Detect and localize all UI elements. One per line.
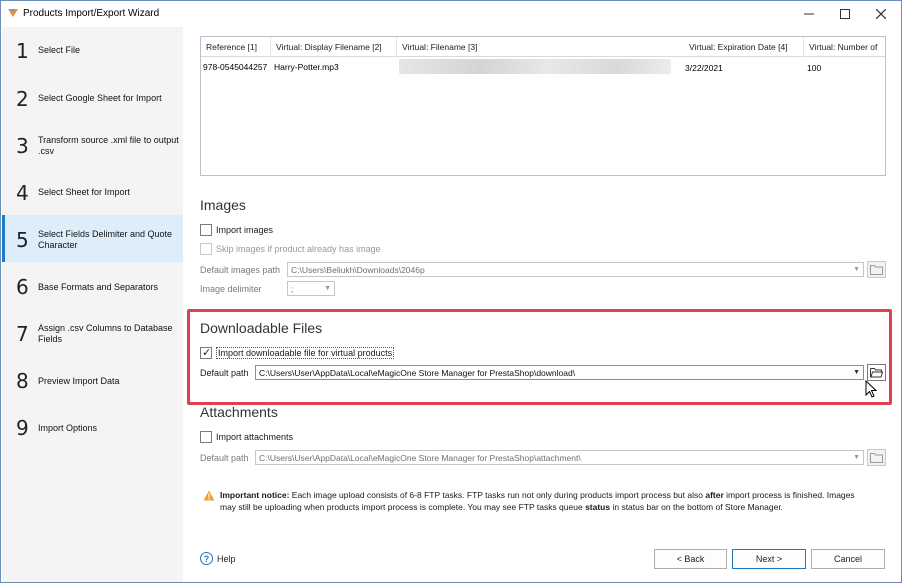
column-header[interactable]: Virtual: Display Filename [2] [276,42,382,52]
attachments-browse-button[interactable] [867,449,886,466]
step-label: Select Sheet for Import [38,187,131,197]
notice-text: Each image upload consists of 6-8 FTP ta… [289,490,706,500]
column-header[interactable]: Virtual: Expiration Date [4] [689,42,788,52]
step-label: Base Formats and Separators [38,282,159,292]
step-number: 1 [16,39,29,63]
step-label: Select File [38,45,81,55]
step-preview-import[interactable]: 8 Preview Import Data [2,356,183,403]
image-delimiter-label: Image delimiter [200,284,262,294]
folder-icon [870,265,883,275]
images-path-input[interactable]: C:\Users\Beliukh\Downloads\2046p ▼ [287,262,864,277]
folder-icon [870,453,883,463]
attachments-path-input[interactable]: C:\Users\User\AppData\Local\eMagicOne St… [255,450,864,465]
skip-images-checkbox[interactable]: Skip images if product already has image [200,243,381,255]
checkbox-box[interactable] [200,243,212,255]
step-assign-columns[interactable]: 7 Assign .csv Columns to Database Fields [2,309,183,356]
image-delimiter-select[interactable]: ; ▼ [287,281,335,296]
notice-bold-prefix: Important notice: [220,490,290,500]
images-browse-button[interactable] [867,261,886,278]
images-path-label: Default images path [200,265,281,275]
wizard-steps-sidebar: 1 Select File 2 Select Google Sheet for … [2,27,183,582]
grid-cell-filename-redacted[interactable] [399,59,671,74]
import-attachments-checkbox[interactable]: Import attachments [200,431,293,443]
minimize-icon [804,13,814,15]
notice-bold-after: after [705,490,724,500]
import-images-checkbox[interactable]: Import images [200,224,273,236]
checkbox-label: Import attachments [216,432,294,442]
images-path-value: C:\Users\Beliukh\Downloads\2046p [291,265,425,275]
step-label: Assign .csv Columns to Database Fields [38,323,173,344]
cancel-button[interactable]: Cancel [811,549,885,569]
attachments-section-title: Attachments [200,404,278,420]
column-header[interactable]: Reference [1] [206,42,257,52]
checkbox-label: Import images [216,225,274,235]
warning-icon [203,490,215,501]
chevron-down-icon[interactable]: ▼ [324,285,331,292]
step-select-google-sheet[interactable]: 2 Select Google Sheet for Import [2,74,183,121]
grid-cell-expiration-date[interactable]: 3/22/2021 [685,63,723,73]
step-label: Select Google Sheet for Import [38,93,162,103]
checkbox-box[interactable] [200,224,212,236]
maximize-button[interactable] [827,1,863,27]
images-section-title: Images [200,197,246,213]
chevron-down-icon[interactable]: ▼ [853,454,860,461]
attachments-path-label: Default path [200,453,249,463]
column-divider[interactable] [396,37,397,57]
step-number: 4 [16,181,29,205]
attachments-path-value: C:\Users\User\AppData\Local\eMagicOne St… [259,453,581,463]
grid-cell-number[interactable]: 100 [807,63,821,73]
close-icon [876,9,886,19]
step-number: 8 [16,369,29,393]
step-label: Transform source .xml file to output .cs… [38,135,179,156]
checkbox-label: Skip images if product already has image [216,244,381,254]
mouse-cursor-icon [865,380,877,398]
help-icon: ? [200,552,213,565]
back-button[interactable]: < Back [654,549,727,569]
notice-text: in status bar on the bottom of Store Man… [610,502,784,512]
wizard-window: Products Import/Export Wizard 1 Select F… [0,0,902,583]
step-number: 3 [16,134,29,158]
column-divider[interactable] [270,37,271,57]
step-number: 2 [16,87,29,111]
next-label: Next > [755,554,783,564]
step-number: 9 [16,416,29,440]
step-transform-xml[interactable]: 3 Transform source .xml file to output .… [2,121,183,168]
minimize-button[interactable] [791,1,827,27]
step-base-formats[interactable]: 6 Base Formats and Separators [2,262,183,309]
chevron-down-icon[interactable]: ▼ [853,266,860,273]
step-number: 7 [16,322,29,346]
column-divider[interactable] [803,37,804,57]
important-notice: Important notice: Each image upload cons… [220,489,870,513]
title-bar: Products Import/Export Wizard [1,1,901,27]
column-header[interactable]: Virtual: Number of [809,42,877,52]
column-header[interactable]: Virtual: Filename [3] [402,42,477,52]
step-number: 5 [16,228,29,252]
image-delimiter-value: ; [291,284,294,294]
close-button[interactable] [863,1,899,27]
back-label: < Back [676,554,705,564]
next-button[interactable]: Next > [732,549,806,569]
step-import-options[interactable]: 9 Import Options [2,403,183,450]
step-select-sheet[interactable]: 4 Select Sheet for Import [2,168,183,215]
app-logo-icon [8,9,18,17]
grid-header: Reference [1] Virtual: Display Filename … [201,37,885,57]
help-link[interactable]: ? Help [200,552,236,565]
highlight-frame [187,309,892,405]
help-label: Help [217,553,236,564]
window-title: Products Import/Export Wizard [23,8,160,19]
step-label: Preview Import Data [38,376,120,386]
step-label: Select Fields Delimiter and Quote Charac… [38,229,173,250]
checkbox-box[interactable] [200,431,212,443]
notice-bold-status: status [585,502,611,512]
cancel-label: Cancel [833,554,862,564]
step-number: 6 [16,275,29,299]
preview-grid[interactable]: Reference [1] Virtual: Display Filename … [200,36,886,176]
step-fields-delimiter[interactable]: 5 Select Fields Delimiter and Quote Char… [2,215,183,262]
maximize-icon [840,9,850,19]
grid-cell-reference[interactable]: 978-0545044257 [203,62,267,72]
step-select-file[interactable]: 1 Select File [2,27,183,74]
grid-cell-display-filename[interactable]: Harry-Potter.mp3 [274,62,339,72]
step-label: Import Options [38,423,98,433]
